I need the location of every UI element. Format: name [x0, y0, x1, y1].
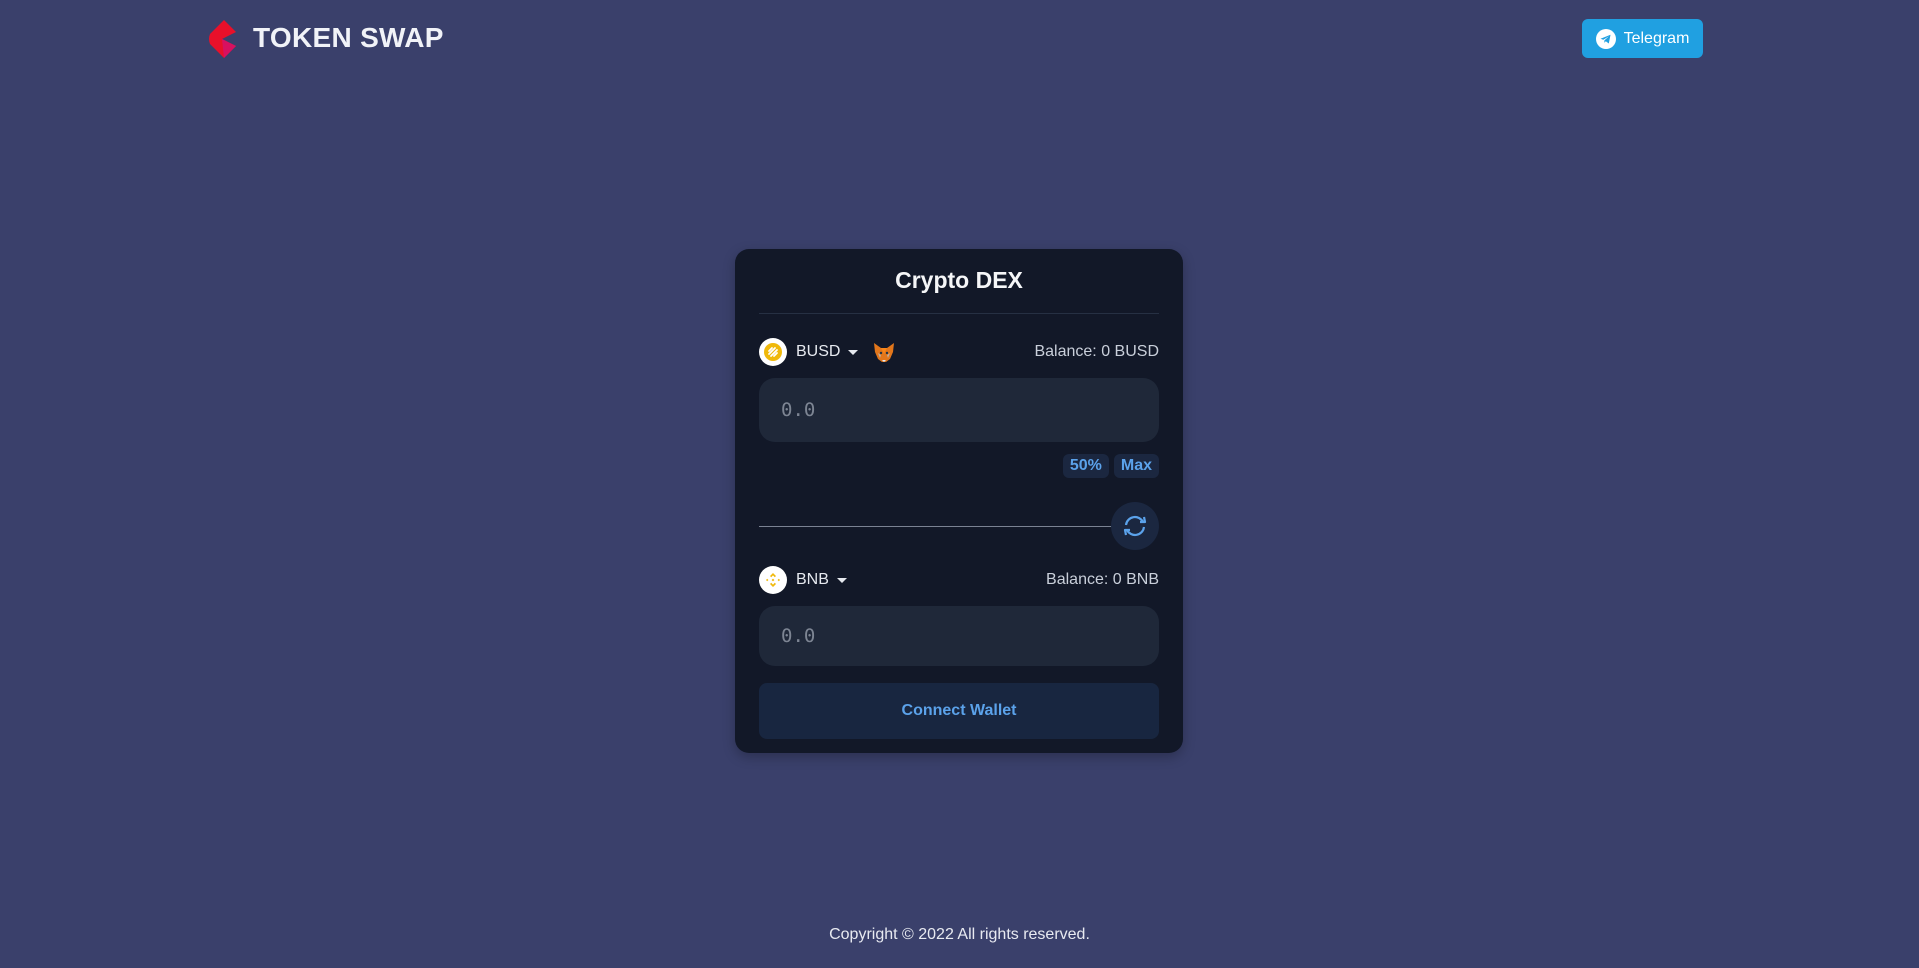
- busd-icon[interactable]: [759, 338, 787, 366]
- telegram-icon: [1595, 28, 1616, 49]
- bnb-icon[interactable]: [759, 566, 787, 594]
- from-amount-input[interactable]: [779, 398, 1125, 422]
- swap-divider: [759, 526, 1119, 527]
- to-token-row: BNB Balance: 0 BNB: [759, 565, 1159, 595]
- from-token-row: BUSD Balance: 0 BUSD: [759, 337, 1159, 367]
- from-balance: Balance: 0 BUSD: [1034, 343, 1159, 360]
- chevron-down-icon[interactable]: [848, 349, 859, 355]
- from-token-select[interactable]: BUSD: [796, 343, 840, 361]
- title-divider: [759, 313, 1159, 314]
- telegram-label: Telegram: [1623, 29, 1690, 47]
- swap-card: Crypto DEX BUSD Balance: 0 BUSD 50% Max: [735, 249, 1183, 753]
- from-amount-field[interactable]: [759, 378, 1159, 442]
- telegram-button[interactable]: Telegram: [1582, 19, 1703, 58]
- brand-name: TOKEN SWAP: [253, 22, 444, 53]
- swap-direction-button[interactable]: [1111, 502, 1159, 550]
- logo-icon: [209, 20, 236, 58]
- max-button[interactable]: Max: [1113, 454, 1159, 478]
- header: TOKEN SWAP Telegram: [0, 0, 1919, 78]
- logo[interactable]: [208, 20, 238, 58]
- fifty-percent-button[interactable]: 50%: [1062, 454, 1109, 478]
- chevron-down-icon[interactable]: [836, 577, 847, 583]
- swap-arrows-icon: [1123, 515, 1147, 537]
- connect-wallet-button[interactable]: Connect Wallet: [759, 683, 1159, 739]
- quick-amounts: 50% Max: [1062, 454, 1159, 478]
- footer-copyright: Copyright © 2022 All rights reserved.: [829, 926, 1090, 943]
- card-title: Crypto DEX: [895, 267, 1023, 293]
- metamask-fox-icon[interactable]: [872, 340, 896, 364]
- to-token-select[interactable]: BNB: [796, 571, 829, 589]
- to-amount-field[interactable]: [759, 606, 1159, 666]
- to-amount-input[interactable]: [779, 624, 1125, 648]
- to-balance: Balance: 0 BNB: [1046, 571, 1159, 588]
